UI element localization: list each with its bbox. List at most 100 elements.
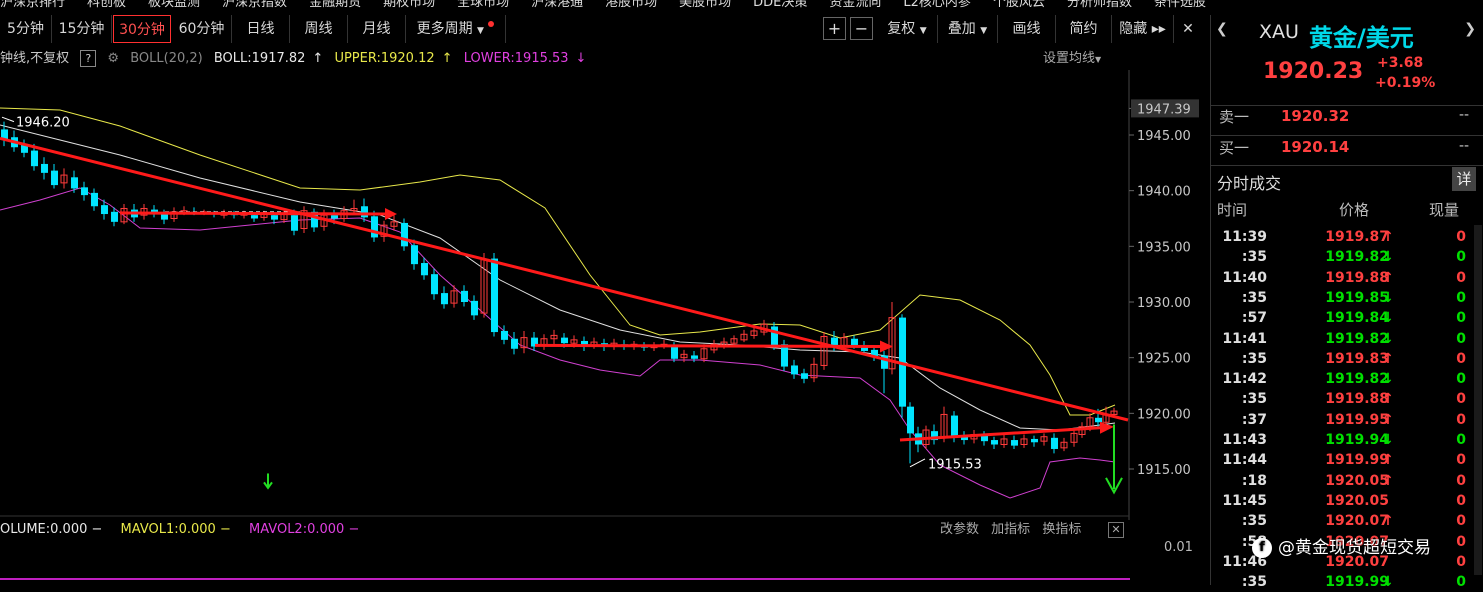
draw-line-button[interactable]: 画线 (998, 15, 1056, 43)
top-nav: 沪深京排行 科创板 板块监测 沪深京指数 金融期货 期权市场 全球市场 沪深港通 港股市场 美股市… (0, 0, 1483, 8)
tick-row: :37 1919.95 ↑ 0 (1211, 410, 1473, 430)
top-nav-item[interactable]: 金融期货 (309, 0, 361, 8)
period-5min-button[interactable]: 5分钟 (0, 15, 52, 43)
period-month-button[interactable]: 月线 (348, 15, 406, 43)
ticks-scrollbar[interactable] (1474, 225, 1482, 575)
detail-button[interactable]: 详 (1452, 167, 1476, 191)
top-nav-item[interactable]: 资金流向 (829, 0, 881, 8)
candlestick (931, 424, 938, 445)
top-nav-item[interactable]: 港股市场 (605, 0, 657, 8)
y-tick-label: 1945.00 (1137, 129, 1191, 144)
candlestick (1070, 428, 1078, 447)
tick-time: 11:43 (1222, 432, 1267, 448)
candlestick (791, 359, 798, 379)
top-nav-item[interactable]: 全球市场 (457, 0, 509, 8)
buy-label: 买一 (1219, 139, 1250, 157)
top-nav-item[interactable]: 沪深京排行 (0, 0, 65, 8)
tick-volume: 0 (1456, 432, 1466, 448)
tick-time: :18 (1241, 472, 1267, 489)
down-arrow-icon: ↓ (1382, 249, 1394, 266)
period-60min-button[interactable]: 60分钟 (172, 15, 232, 43)
candle-body (671, 345, 678, 359)
more-periods-dropdown[interactable]: 更多周期 ▼ (406, 15, 506, 43)
tick-price: 1919.95 (1325, 411, 1389, 428)
top-nav-item[interactable]: 沪深港通 (531, 0, 583, 8)
candlestick (350, 199, 358, 215)
buy-price: 1920.14 (1281, 138, 1350, 156)
period-week-button[interactable]: 周线 (290, 15, 348, 43)
overlay-dropdown[interactable]: 叠加 ▼ (938, 15, 998, 43)
tick-time: :35 (1241, 289, 1267, 306)
simple-mode-button[interactable]: 简约 (1056, 15, 1112, 43)
candlestick-chart[interactable]: 1946.20 1915.53 1947.39 1945.00 1940.00 1935… (0, 70, 1205, 520)
ma-settings-button[interactable]: 设置均线▼ (1043, 48, 1101, 70)
close-volume-button[interactable]: ✕ (1108, 522, 1124, 538)
down-arrow-icon: ↓ (1382, 310, 1394, 327)
period-15min-button[interactable]: 15分钟 (52, 15, 112, 43)
period-day-button[interactable]: 日线 (232, 15, 290, 43)
tick-time: :35 (1241, 249, 1267, 266)
gear-icon[interactable]: ⚙ (107, 51, 119, 66)
tick-price: 1919.99 (1325, 452, 1389, 469)
tick-volume: 0 (1456, 350, 1466, 367)
volume-controls: 改参数 加指标 换指标 (940, 520, 1081, 540)
add-indicator-button[interactable]: 加指标 (991, 522, 1030, 537)
top-nav-item[interactable]: 分析师指数 (1067, 0, 1132, 8)
candlestick (1040, 433, 1048, 446)
low-price-label: 1915.53 (928, 457, 982, 472)
candle-body (41, 163, 48, 173)
tick-volume: 0 (1456, 229, 1466, 245)
zoom-in-button[interactable]: + (823, 17, 846, 40)
candle-body (801, 373, 808, 379)
top-nav-item[interactable]: L2核心内参 (903, 0, 971, 8)
candle-body (101, 205, 108, 215)
top-nav-item[interactable]: DDE决策 (753, 0, 807, 8)
candlestick (380, 220, 388, 242)
tick-row: :35 1919.83 ↑ 0 (1211, 349, 1473, 369)
candlestick (1051, 433, 1058, 454)
hide-panel-button[interactable]: 隐藏 ▸▸ (1112, 15, 1174, 43)
candlestick (1031, 435, 1038, 447)
tick-row: 11:41 1919.82 ↓ 0 (1211, 329, 1473, 349)
candle-body (411, 245, 418, 265)
edit-params-button[interactable]: 改参数 (940, 522, 979, 537)
boll-name: BOLL(20,2) (130, 51, 203, 66)
watermark-text: @黄金现货超短交易 (1278, 538, 1431, 558)
adjust-dropdown[interactable]: 复权 ▼ (877, 15, 938, 43)
switch-indicator-button[interactable]: 换指标 (1042, 522, 1081, 537)
close-button[interactable]: ✕ (1174, 15, 1202, 43)
top-nav-item[interactable]: 美股市场 (679, 0, 731, 8)
candlestick (1060, 437, 1068, 452)
high-label-pointer (1, 116, 15, 123)
candlestick (961, 431, 968, 445)
top-nav-item[interactable]: 条件选股 (1154, 0, 1206, 8)
candlestick (461, 285, 468, 307)
zoom-out-button[interactable]: − (850, 17, 873, 40)
candlestick (431, 268, 438, 300)
period-30min-button[interactable]: 30分钟 (113, 15, 171, 43)
top-nav-item[interactable]: 板块监测 (148, 0, 200, 8)
top-nav-item[interactable]: 科创板 (87, 0, 126, 8)
top-nav-item[interactable]: 沪深京指数 (222, 0, 287, 8)
adjust-label: 复权 (887, 21, 916, 37)
sell-volume: -- (1459, 107, 1470, 123)
help-button[interactable]: ? (80, 50, 97, 67)
down-arrow-icon: ↓ (1382, 432, 1394, 448)
candle-body (421, 263, 428, 276)
candle-body (271, 215, 278, 220)
candle-body (951, 415, 958, 437)
chart-mode-label: 钟线,不复权 (0, 51, 70, 66)
candle-body (361, 206, 368, 218)
tick-row: 11:43 1919.94 ↓ 0 (1211, 430, 1473, 450)
chevron-left-icon[interactable]: ❮ (1216, 21, 1228, 37)
support-line-3 (899, 426, 1101, 442)
tick-volume: 0 (1456, 452, 1466, 469)
candlestick (581, 336, 588, 351)
top-nav-item[interactable]: 个股风云 (993, 0, 1045, 8)
top-nav-item[interactable]: 期权市场 (383, 0, 435, 8)
tick-price: 1919.83 (1325, 350, 1389, 367)
tick-volume: 0 (1456, 553, 1466, 570)
chevron-right-icon[interactable]: ❯ (1464, 21, 1476, 37)
tick-volume: 0 (1456, 533, 1466, 550)
chevron-down-icon: ▼ (477, 26, 484, 36)
